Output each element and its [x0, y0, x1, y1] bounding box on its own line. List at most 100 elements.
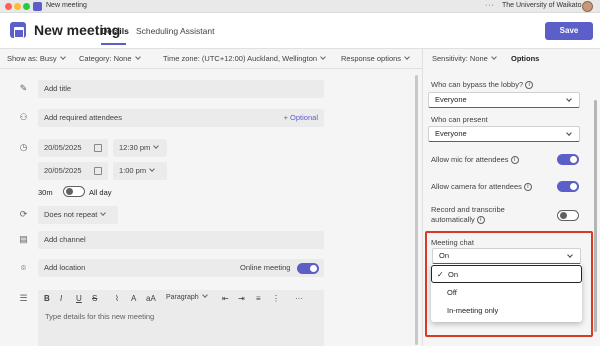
indent-icon[interactable]: ⇥: [238, 294, 245, 303]
numbered-list-icon[interactable]: ⋮: [272, 294, 280, 303]
who-can-present-select[interactable]: Everyone: [428, 126, 580, 142]
chevron-down-icon: [566, 96, 572, 102]
allow-camera-text: Allow camera for attendees: [431, 182, 522, 191]
paragraph-dropdown[interactable]: Paragraph: [166, 292, 208, 301]
attendees-placeholder: Add required attendees: [44, 113, 122, 122]
bypass-lobby-select[interactable]: Everyone: [428, 92, 580, 108]
allow-mic-label: Allow mic for attendees i: [431, 155, 519, 165]
calendar-picker-icon: [94, 167, 102, 175]
all-day-toggle[interactable]: [63, 186, 85, 197]
bypass-lobby-text: Who can bypass the lobby?: [431, 80, 524, 89]
channel-input[interactable]: Add channel: [38, 231, 324, 249]
italic-button[interactable]: I: [60, 294, 62, 303]
toggle-knob: [66, 188, 73, 195]
location-input[interactable]: Add location Online meeting: [38, 259, 324, 277]
location-placeholder: Add location: [44, 263, 86, 272]
meeting-chat-select[interactable]: On: [432, 248, 581, 264]
font-size-button[interactable]: aA: [146, 294, 156, 303]
toggle-knob: [570, 183, 577, 190]
bullet-list-icon[interactable]: ≡: [256, 294, 261, 303]
show-as-dropdown[interactable]: Show as: Busy: [7, 54, 66, 63]
toggle-knob: [310, 265, 317, 272]
teams-app-icon: [33, 2, 42, 11]
meeting-chat-value: On: [439, 251, 450, 260]
font-color-icon[interactable]: A: [131, 294, 136, 303]
chevron-down-icon: [566, 130, 572, 136]
info-icon[interactable]: i: [510, 156, 519, 165]
clock-icon: ◷: [19, 142, 28, 152]
who-can-present-value: Everyone: [435, 129, 467, 138]
chat-option-off[interactable]: Off: [431, 284, 582, 302]
who-can-present-label: Who can present: [431, 115, 488, 124]
highlight-icon[interactable]: ⌇: [115, 294, 119, 303]
pencil-icon: ✎: [19, 83, 28, 93]
outdent-icon[interactable]: ⇤: [222, 294, 229, 303]
end-date-input[interactable]: 20/05/2025: [38, 162, 108, 180]
bold-button[interactable]: B: [44, 294, 50, 303]
save-button[interactable]: Save: [545, 22, 593, 40]
chevron-down-icon: [320, 54, 326, 60]
chevron-down-icon: [567, 252, 573, 258]
people-icon: ⚇: [19, 112, 28, 122]
more-options-icon[interactable]: ···: [485, 2, 495, 9]
repeat-select[interactable]: Does not repeat: [38, 206, 118, 224]
toggle-knob: [560, 212, 567, 219]
chevron-down-icon: [100, 210, 107, 216]
start-date-input[interactable]: 20/05/2025: [38, 139, 108, 157]
chevron-down-icon: [491, 54, 497, 60]
allow-mic-toggle[interactable]: [557, 154, 579, 165]
chat-option-on[interactable]: ✓ On: [431, 265, 582, 283]
start-date-value: 20/05/2025: [44, 143, 82, 152]
start-time-select[interactable]: 12:30 pm: [113, 139, 167, 157]
strikethrough-button[interactable]: S: [92, 294, 97, 303]
end-date-value: 20/05/2025: [44, 166, 82, 175]
sensitivity-dropdown[interactable]: Sensitivity: None: [432, 54, 497, 63]
tab-details[interactable]: Details: [101, 26, 129, 36]
chat-option-in-meeting-only[interactable]: In-meeting only: [431, 302, 582, 320]
info-icon[interactable]: i: [523, 183, 532, 192]
show-as-label: Show as: Busy: [7, 54, 57, 63]
allow-camera-toggle[interactable]: [557, 181, 579, 192]
record-transcribe-toggle[interactable]: [557, 210, 579, 221]
scrollbar[interactable]: [415, 75, 418, 345]
time-zone-dropdown[interactable]: Time zone: (UTC+12:00) Auckland, Welling…: [163, 54, 326, 63]
more-formatting-button[interactable]: ···: [295, 294, 303, 303]
chevron-down-icon: [153, 143, 160, 149]
meeting-header: New meeting Details Scheduling Assistant…: [0, 13, 600, 49]
tab-options[interactable]: Options: [511, 54, 539, 63]
avatar[interactable]: [582, 1, 593, 12]
attendees-input[interactable]: Add required attendees + Optional: [38, 109, 324, 127]
minimize-window-button[interactable]: [14, 3, 21, 10]
list-icon: ☰: [19, 293, 28, 303]
response-options-dropdown[interactable]: Response options: [341, 54, 410, 63]
bypass-lobby-value: Everyone: [435, 95, 467, 104]
info-icon[interactable]: i: [476, 216, 485, 225]
category-dropdown[interactable]: Category: None: [79, 54, 141, 63]
underline-button[interactable]: U: [76, 294, 82, 303]
all-day-label: All day: [89, 188, 112, 197]
end-time-select[interactable]: 1:00 pm: [113, 162, 167, 180]
checkmark-icon: ✓: [437, 270, 444, 279]
window-titlebar: New meeting ··· The University of Waikat…: [0, 0, 600, 13]
chevron-down-icon: [59, 54, 66, 60]
response-options-label: Response options: [341, 54, 402, 63]
details-placeholder: Type details for this new meeting: [45, 312, 155, 321]
info-icon[interactable]: i: [525, 81, 534, 90]
calendar-icon: [10, 22, 26, 38]
close-window-button[interactable]: [5, 3, 12, 10]
chevron-down-icon: [134, 54, 141, 60]
chevron-down-icon: [149, 166, 155, 172]
tab-scheduling-assistant[interactable]: Scheduling Assistant: [136, 26, 214, 36]
allow-mic-text: Allow mic for attendees: [431, 155, 509, 164]
optional-attendees-link[interactable]: + Optional: [284, 109, 318, 127]
meeting-chat-menu: ✓ On Off In-meeting only: [431, 264, 582, 322]
calendar-picker-icon: [94, 144, 102, 152]
details-editor[interactable]: B I U S ⌇ A aA Paragraph ⇤ ⇥ ≡ ⋮ ··· Typ…: [38, 290, 324, 346]
maximize-window-button[interactable]: [23, 3, 30, 10]
time-zone-label: Time zone: (UTC+12:00) Auckland, Welling…: [163, 54, 318, 63]
end-time-value: 1:00 pm: [119, 166, 147, 175]
organization-name[interactable]: The University of Waikato: [502, 2, 582, 9]
title-input[interactable]: Add title: [38, 80, 324, 98]
online-meeting-toggle[interactable]: [297, 263, 319, 274]
scrollbar[interactable]: [594, 100, 597, 332]
